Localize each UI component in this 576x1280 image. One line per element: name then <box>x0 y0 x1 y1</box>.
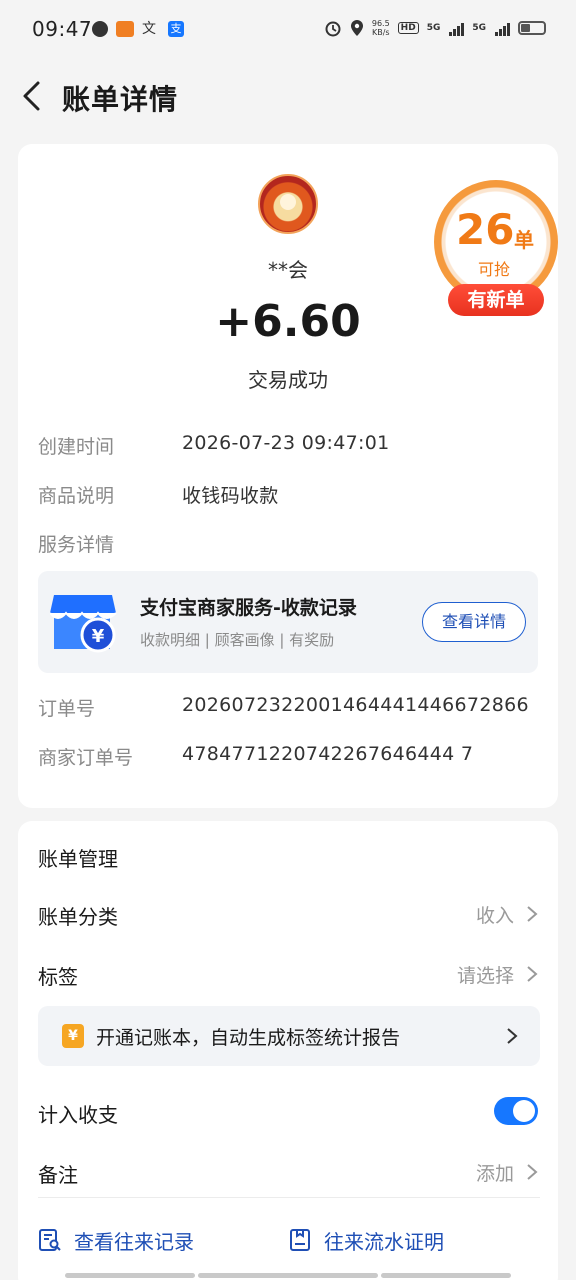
status-bar: 09:47 文 支 96.5 KB/s HD 5G 5G <box>0 0 576 60</box>
order-number-row: 订单号 2026072322001464441446672866 <box>38 694 538 724</box>
transaction-card: **会 +6.60 交易成功 26 单 可抢 有新单 创建时间 2026-07-… <box>18 144 558 808</box>
app-header: 账单详情 <box>0 60 576 132</box>
note-value: 添加 <box>475 1163 514 1185</box>
back-arrow-icon[interactable] <box>20 80 44 112</box>
badge-unit: 单 <box>514 228 534 252</box>
ledger-promo-row[interactable]: ¥ 开通记账本，自动生成标签统计报告 <box>38 1006 540 1066</box>
text-notification-icon: 文 <box>142 21 156 37</box>
merchant-order-label: 商家订单号 <box>38 747 134 769</box>
alipay-notification-icon: 支 <box>168 21 184 37</box>
badge-subtitle: 可抢 <box>478 260 511 279</box>
ledger-promo-text: 开通记账本，自动生成标签统计报告 <box>96 1027 401 1049</box>
chevron-right-icon <box>527 1164 538 1180</box>
order-number-value: 2026072322001464441446672866 <box>182 694 529 716</box>
product-value: 收钱码收款 <box>182 485 279 507</box>
bill-category-label: 账单分类 <box>38 905 118 929</box>
gesture-segment <box>198 1273 378 1278</box>
note-label: 备注 <box>38 1163 78 1187</box>
service-row: 服务详情 <box>38 530 538 560</box>
yen-icon: ¥ <box>62 1024 84 1048</box>
tag-value: 请选择 <box>456 965 514 987</box>
taobao-notification-icon <box>116 21 134 37</box>
tag-label: 标签 <box>38 965 78 989</box>
network-type-1: 5G <box>426 23 441 33</box>
management-title: 账单管理 <box>38 847 118 871</box>
page-title: 账单详情 <box>62 83 179 116</box>
merchant-avatar <box>258 174 318 234</box>
notification-icons: 文 支 <box>92 21 184 37</box>
tag-row[interactable]: 标签 请选择 <box>38 957 540 991</box>
transaction-status: 交易成功 <box>248 368 328 392</box>
gesture-bar <box>0 1273 576 1280</box>
signal-icon-1 <box>449 20 465 36</box>
gesture-segment <box>65 1273 195 1278</box>
merchant-order-value: 4784771220742267646444 7 <box>182 743 474 765</box>
svg-text:¥: ¥ <box>92 626 105 647</box>
service-subtitle: 收款明细 | 顾客画像 | 有奖励 <box>140 631 335 649</box>
search-document-icon <box>39 1229 61 1251</box>
status-time: 09:47 <box>32 17 93 41</box>
service-title: 支付宝商家服务-收款记录 <box>140 597 357 619</box>
document-icon <box>290 1229 310 1251</box>
location-icon <box>350 20 363 36</box>
speed-unit: KB/s <box>371 28 390 37</box>
bill-management-card: 账单管理 账单分类 收入 标签 请选择 ¥ 开通记账本，自动生成标签统计报告 计… <box>18 821 558 1280</box>
merchant-service-box[interactable]: ¥ 支付宝商家服务-收款记录 收款明细 | 顾客画像 | 有奖励 查看详情 <box>38 571 538 673</box>
product-label: 商品说明 <box>38 485 115 507</box>
divider <box>38 1197 540 1198</box>
view-history-label: 查看往来记录 <box>74 1229 194 1254</box>
hd-icon: HD <box>397 22 419 34</box>
order-number-label: 订单号 <box>38 698 96 720</box>
speed-value: 96.5 <box>371 19 390 28</box>
gesture-segment <box>381 1273 511 1278</box>
product-row: 商品说明 收钱码收款 <box>38 481 538 511</box>
created-time-value: 2026-07-23 09:47:01 <box>182 432 390 454</box>
bill-category-value: 收入 <box>475 905 514 927</box>
new-orders-badge[interactable]: 26 单 可抢 有新单 <box>434 180 558 320</box>
created-time-row: 创建时间 2026-07-23 09:47:01 <box>38 432 538 462</box>
badge-count: 26 <box>456 205 515 254</box>
badge-pill: 有新单 <box>448 284 544 316</box>
alarm-icon <box>325 21 341 37</box>
view-details-button[interactable]: 查看详情 <box>422 602 526 642</box>
transaction-proof-link[interactable]: 往来流水证明 <box>288 1225 444 1255</box>
include-in-budget-toggle[interactable] <box>494 1097 538 1125</box>
transaction-proof-label: 往来流水证明 <box>324 1229 444 1254</box>
avatar-figure <box>280 194 296 210</box>
chevron-right-icon <box>527 906 538 922</box>
battery-icon <box>518 21 546 35</box>
shop-icon: ¥ <box>50 595 117 653</box>
include-in-budget-row: 计入收支 <box>38 1095 540 1129</box>
created-time-label: 创建时间 <box>38 436 115 458</box>
signal-icon-2 <box>495 20 510 36</box>
merchant-order-row: 商家订单号 4784771220742267646444 7 <box>38 743 538 773</box>
chevron-right-icon <box>507 1028 518 1044</box>
include-in-budget-label: 计入收支 <box>38 1103 118 1127</box>
system-icons: 96.5 KB/s HD 5G 5G <box>324 19 546 37</box>
view-history-link[interactable]: 查看往来记录 <box>38 1225 194 1255</box>
network-speed: 96.5 KB/s <box>372 19 390 37</box>
note-row[interactable]: 备注 添加 <box>38 1155 540 1189</box>
service-label: 服务详情 <box>38 534 115 556</box>
app-notification-icon <box>92 21 108 37</box>
chevron-right-icon <box>527 966 538 982</box>
network-type-2: 5G <box>472 23 486 33</box>
bill-category-row[interactable]: 账单分类 收入 <box>38 897 540 931</box>
